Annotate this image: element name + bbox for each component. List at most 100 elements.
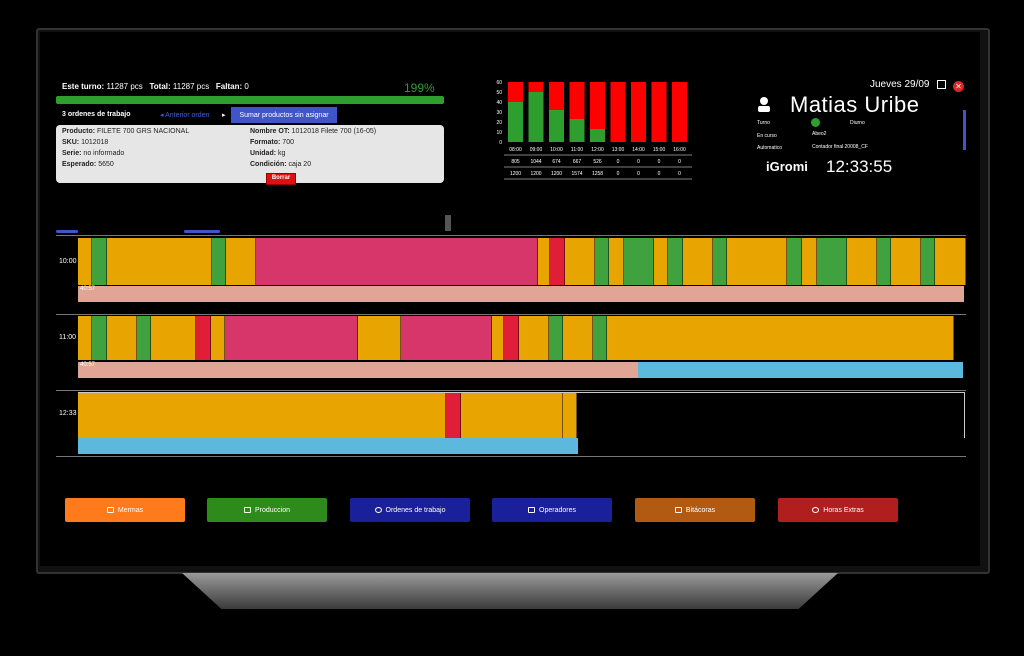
gantt-segment[interactable] [225,316,358,360]
bar-segment [549,82,564,110]
gantt-segment[interactable] [727,238,787,285]
gantt-segment[interactable] [256,238,538,285]
gantt-segment[interactable] [492,316,504,360]
gantt-segment[interactable] [891,238,921,285]
scroll-handle[interactable] [445,215,451,231]
gantt-segment[interactable] [563,393,577,438]
automatico-label: Automatico [757,145,783,151]
x-tick-label: 13:00 [612,147,625,153]
gantt-segment[interactable] [654,238,668,285]
close-icon[interactable]: ✕ [953,81,964,92]
assign-products-button[interactable]: Sumar productos sin asignar [231,107,337,123]
gantt-segment[interactable] [538,238,550,285]
gantt-segment[interactable] [847,238,877,285]
gantt-segment[interactable] [92,316,107,360]
scroll-indicator[interactable] [963,110,966,150]
total-label: Total: [149,82,171,91]
gantt-line-3 [56,390,966,391]
sku-row: SKU: 1012018 [62,139,109,146]
nombre-row: Nombre OT: 1012018 Filete 700 (16-05) [250,128,377,135]
gantt-segment[interactable] [624,238,654,285]
operadores-label: Operadores [539,506,576,514]
esperado-row: Esperado: 5650 [62,161,114,168]
check-icon [811,118,820,127]
gantt-segment[interactable] [401,316,492,360]
gantt-segment[interactable] [565,238,595,285]
gantt-segment[interactable] [78,393,446,438]
bitacoras-label: Bitácoras [685,506,716,514]
tab-handle-left[interactable] [56,230,78,233]
gantt-segment[interactable] [817,238,847,285]
gantt-segment[interactable] [683,238,713,285]
gantt-segment[interactable] [668,238,683,285]
gantt-segment[interactable] [607,316,954,360]
row1-value: 0 [637,159,640,165]
row2-value: 1200 [530,171,541,177]
x-tick-label: 10:00 [550,147,563,153]
mermas-label: Mermas [117,506,144,514]
turno-label: Este turno: [62,82,105,91]
bar-segment [651,82,667,142]
tab-handle-mid[interactable] [184,230,220,233]
gantt-segment[interactable] [107,316,137,360]
row2-value: 1258 [592,171,603,177]
gantt-segment[interactable] [461,393,563,438]
gantt-segment[interactable] [358,316,401,360]
gantt-segment[interactable] [921,238,935,285]
calendar-icon[interactable] [937,80,946,89]
y-tick-label: 20 [496,120,502,126]
gantt-segment[interactable] [549,316,563,360]
gantt-segment[interactable] [137,316,151,360]
gantt-segment[interactable] [78,238,92,285]
produccion-button[interactable]: Produccion [207,498,327,522]
gantt-segment[interactable] [877,238,891,285]
turno-label-right: Turno [757,120,770,126]
gantt-segment[interactable] [92,238,107,285]
gantt-segment[interactable] [211,316,225,360]
gantt-segment[interactable] [713,238,727,285]
row2-value: 1574 [571,171,582,177]
gantt-segment[interactable] [935,238,966,285]
mermas-button[interactable]: Mermas [65,498,185,522]
delete-button[interactable]: Borrar [266,173,296,185]
gantt-segment[interactable] [802,238,817,285]
x-tick-label: 11:00 [571,147,583,153]
x-tick-label: 08:00 [509,147,522,153]
horas-extras-button[interactable]: Horas Extras [778,498,898,522]
gantt-line-2 [56,314,966,315]
gantt-segment[interactable] [519,316,549,360]
next-order-arrow[interactable]: ▸ [222,111,226,119]
total-value: 11287 pcs [172,82,210,91]
gantt-segment[interactable] [609,238,624,285]
row1-value: 0 [617,159,620,165]
condicion-row: Condición: caja 20 [250,161,312,168]
y-tick-label: 60 [496,80,502,86]
gantt-segment[interactable] [107,238,212,285]
gantt-segment[interactable] [504,316,519,360]
gantt-segment[interactable] [595,238,609,285]
gantt-segment[interactable] [226,238,256,285]
gantt-segment[interactable] [563,316,593,360]
gantt-segment[interactable] [196,316,211,360]
turno-value: 11287 pcs [106,82,143,91]
gantt-segment[interactable] [550,238,565,285]
gantt-segment[interactable] [151,316,196,360]
gantt-segment[interactable] [78,316,92,360]
x-tick-label: 15:00 [653,147,666,153]
row2-duration: 40:57 [80,362,96,368]
bitacoras-button[interactable]: Bitácoras [635,498,755,522]
gantt-segment[interactable] [446,393,461,438]
gantt-bottom-line [56,456,966,457]
operadores-button[interactable]: Operadores [492,498,612,522]
bar-segment [610,82,626,142]
ordenes-button[interactable]: Ordenes de trabajo [350,498,470,522]
trash-icon [106,507,114,513]
gantt-segment[interactable] [212,238,226,285]
gantt-segment[interactable] [593,316,607,360]
faltan-label: Faltan: [215,82,243,91]
screen: Este turno: 11287 pcs Total: 11287 pcs F… [40,32,980,566]
gantt-segment[interactable] [787,238,802,285]
row3-duration-bar [78,438,578,454]
prev-order-link[interactable]: ◂ Anterior orden [160,111,209,119]
ordenes-label: Ordenes de trabajo [385,506,446,514]
